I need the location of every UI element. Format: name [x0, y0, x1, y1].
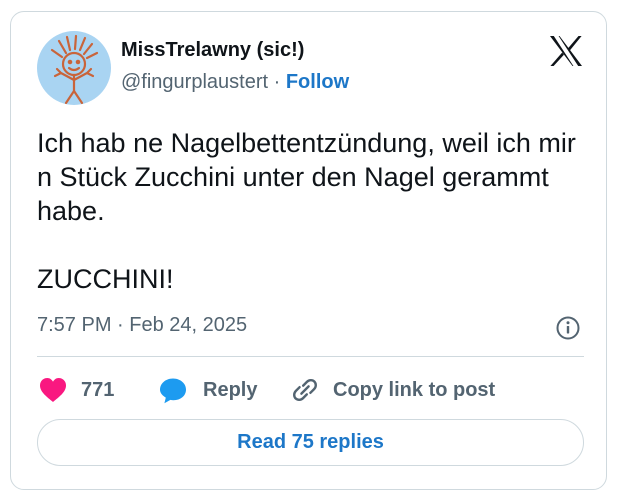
like-count: 771 — [81, 378, 115, 401]
follow-button[interactable]: Follow — [286, 71, 349, 93]
copy-link-label: Copy link to post — [333, 378, 496, 401]
link-icon — [293, 379, 317, 401]
x-logo-icon[interactable] — [549, 35, 583, 67]
like-button[interactable]: 771 — [39, 375, 114, 405]
reply-bubble-icon — [160, 378, 186, 403]
tweet-text-paragraph: Ich hab ne Nagelbettentzündung, weil ich… — [37, 128, 576, 226]
divider — [37, 356, 584, 357]
reply-button[interactable]: Reply — [159, 375, 257, 405]
heart-icon — [40, 378, 66, 402]
reply-label: Reply — [203, 378, 258, 401]
author-handle[interactable]: @fingurplaustert — [121, 71, 268, 93]
tweet-card: MissTrelawny (sic!) @fingurplaustert · F… — [10, 11, 607, 490]
stick-figure-avatar-icon — [50, 34, 99, 105]
avatar[interactable] — [37, 31, 111, 105]
info-icon[interactable] — [555, 315, 581, 341]
read-replies-button[interactable]: Read 75 replies — [37, 419, 584, 466]
tweet-timestamp[interactable]: 7:57 PM · Feb 24, 2025 — [37, 314, 247, 337]
read-replies-label: Read 75 replies — [237, 431, 384, 453]
handle-separator: · — [273, 71, 281, 93]
copy-link-button[interactable]: Copy link to post — [291, 375, 495, 405]
author-handle-row: @fingurplaustert · Follow — [121, 71, 349, 94]
tweet-text: Ich hab ne Nagelbettentzündung, weil ich… — [37, 126, 593, 296]
tweet-text-paragraph: ZUCCHINI! — [37, 264, 174, 294]
author-display-name[interactable]: MissTrelawny (sic!) — [121, 39, 304, 62]
